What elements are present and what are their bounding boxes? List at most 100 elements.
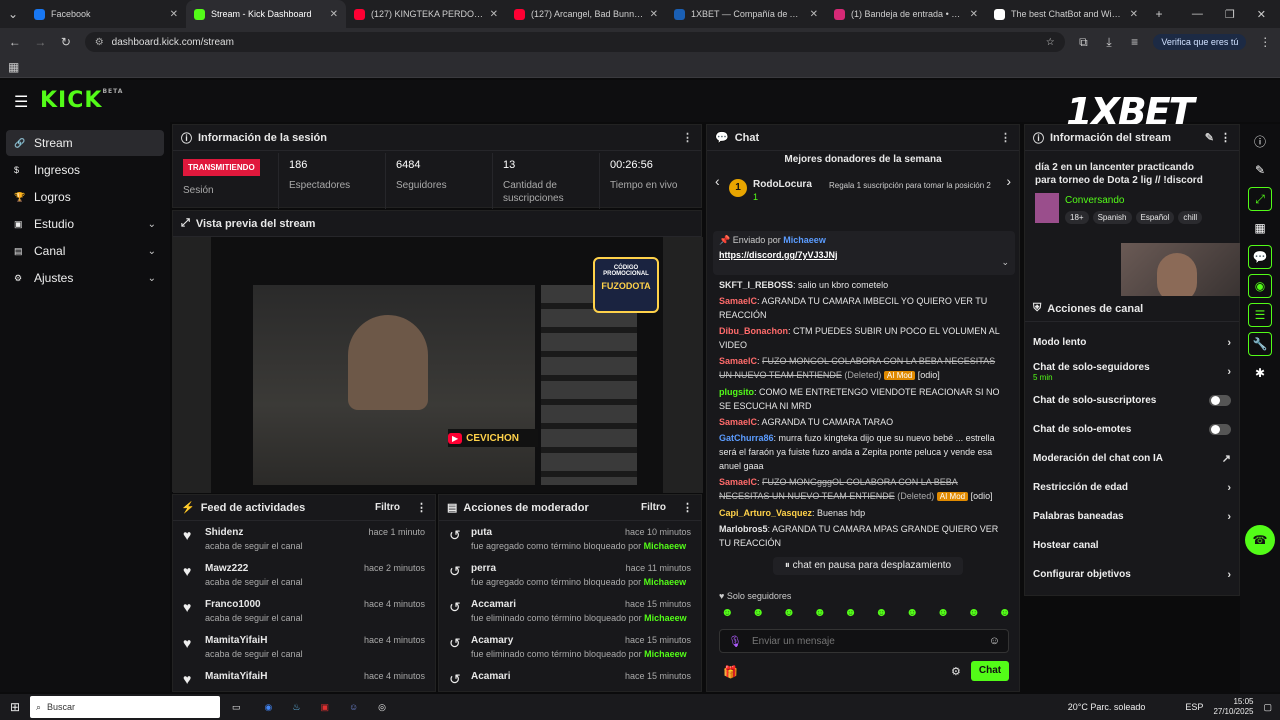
site-info-icon[interactable]: ⚙ <box>95 37 104 48</box>
wrench-icon[interactable]: 🔧 <box>1248 332 1272 356</box>
emote-icon[interactable]: ☻ <box>906 605 919 619</box>
browser-tab[interactable]: The best ChatBot and Widget ✕ <box>986 0 1146 28</box>
sidebar-item-ingresos[interactable]: $ Ingresos <box>6 157 164 183</box>
tab-close-icon[interactable]: ✕ <box>330 9 338 20</box>
close-window-icon[interactable]: ✕ <box>1257 8 1266 21</box>
url-text[interactable]: dashboard.kick.com/stream <box>112 37 234 48</box>
sidebar-item-logros[interactable]: 🏆 Logros <box>6 184 164 210</box>
windows-start-icon[interactable]: ⊞ <box>0 700 30 714</box>
emote-icon[interactable]: ☻ <box>783 605 796 619</box>
steam-icon[interactable]: ♨ <box>292 702 300 713</box>
emote-icon[interactable]: ☻ <box>968 605 981 619</box>
chat-username[interactable]: plugsito <box>719 387 754 397</box>
kick-logo[interactable]: KICKBETA <box>40 88 123 113</box>
moderator-name[interactable]: Michaeew <box>644 541 687 551</box>
task-view-icon[interactable]: ▭ <box>232 702 241 713</box>
channel-action-row[interactable]: Restricción de edad › <box>1025 473 1239 502</box>
more-options-icon[interactable]: ⋮ <box>1220 131 1231 144</box>
more-options-icon[interactable]: ⋮ <box>682 501 693 514</box>
channel-action-row[interactable]: Chat de solo-seguidores 5 min › <box>1025 357 1239 386</box>
stream-video[interactable]: CÓDIGO PROMOCIONAL FUZODOTA ▶ CEVICHON <box>173 237 703 493</box>
channel-action-row[interactable]: Chat de solo-emotes <box>1025 415 1239 444</box>
emote-icon[interactable]: ☻ <box>875 605 888 619</box>
feed-user[interactable]: Mawz222 <box>205 563 248 574</box>
hamburger-menu-icon[interactable]: ☰ <box>14 92 28 112</box>
more-options-icon[interactable]: ⋮ <box>1000 131 1011 144</box>
chat-username[interactable]: SamaelC <box>719 417 757 427</box>
channel-action-row[interactable]: Configurar objetivos › <box>1025 560 1239 589</box>
prev-icon[interactable]: ‹ <box>715 173 720 189</box>
grid-icon[interactable]: ▦ <box>1248 216 1272 240</box>
next-icon[interactable]: › <box>1006 173 1011 189</box>
gift-text[interactable]: Regala 1 suscripción para tomar la posic… <box>829 181 1001 191</box>
expand-icon[interactable]: ⤢ <box>1248 187 1272 211</box>
collapse-icon[interactable]: ⌄ <box>1001 257 1009 268</box>
tab-close-icon[interactable]: ✕ <box>810 9 818 20</box>
url-field[interactable]: ⚙ dashboard.kick.com/stream ☆ <box>84 32 1065 52</box>
browser-tab[interactable]: Stream - Kick Dashboard ✕ <box>186 0 346 28</box>
sidebar-item-ajustes[interactable]: ⚙ Ajustes ⌄ <box>6 265 164 291</box>
more-options-icon[interactable]: ⋮ <box>682 131 693 144</box>
undo-icon[interactable]: ↺ <box>449 527 463 557</box>
reload-icon[interactable]: ↻ <box>59 35 73 49</box>
stream-tag[interactable]: 18+ <box>1065 211 1089 224</box>
gift-icon[interactable]: 🎁 <box>723 665 738 679</box>
forward-icon[interactable]: → <box>34 35 48 49</box>
channel-action-row[interactable]: Moderación del chat con IA ↗ <box>1025 444 1239 473</box>
moderator-name[interactable]: Michaeew <box>644 577 687 587</box>
chat-username[interactable]: GatChurra86 <box>719 433 774 443</box>
minimize-icon[interactable]: — <box>1192 8 1203 21</box>
sidebar-item-stream[interactable]: 🔗 Stream <box>6 130 164 156</box>
browser-menu-icon[interactable]: ⋮ <box>1258 35 1272 49</box>
category-name[interactable]: Conversando <box>1065 195 1124 206</box>
chat-username[interactable]: SamaelC <box>719 477 757 487</box>
feed-user[interactable]: MamitaYifaiH <box>205 635 267 646</box>
modactions-filter-button[interactable]: Filtro <box>641 502 666 513</box>
obs-icon[interactable]: ◎ <box>378 702 386 713</box>
mic-icon[interactable]: 🎙 <box>728 635 742 648</box>
extensions-icon[interactable]: ⧉ <box>1077 35 1091 50</box>
browser-tab[interactable]: 1XBET — Compañía de Apuesta ✕ <box>666 0 826 28</box>
tab-menu-icon[interactable]: ⌄ <box>6 7 20 21</box>
maximize-icon[interactable]: ❐ <box>1225 8 1235 21</box>
undo-icon[interactable]: ↺ <box>449 599 463 629</box>
feed-user[interactable]: Franco1000 <box>205 599 261 610</box>
browser-tab[interactable]: (127) KINGTEKA PERDONA A F ✕ <box>346 0 506 28</box>
chat-username[interactable]: Capi_Arturo_Vasquez <box>719 508 812 518</box>
chat-username[interactable]: Marlobros5 <box>719 524 768 534</box>
feed-filter-button[interactable]: Filtro <box>375 502 400 513</box>
tab-close-icon[interactable]: ✕ <box>970 9 978 20</box>
emote-icon[interactable]: ☻ <box>721 605 734 619</box>
info-icon[interactable]: ⓘ <box>1248 129 1272 153</box>
chat-input[interactable] <box>751 635 979 647</box>
emoji-icon[interactable]: ☺ <box>989 635 1000 647</box>
emote-icon[interactable]: ☻ <box>937 605 950 619</box>
undo-icon[interactable]: ↺ <box>449 563 463 593</box>
bookmark-star-icon[interactable]: ☆ <box>1046 37 1055 48</box>
sidebar-item-canal[interactable]: ▤ Canal ⌄ <box>6 238 164 264</box>
broadcast-icon[interactable]: ◉ <box>1248 274 1272 298</box>
notification-icon[interactable]: ▢ <box>1263 702 1272 713</box>
back-icon[interactable]: ← <box>8 35 22 49</box>
tab-close-icon[interactable]: ✕ <box>650 9 658 20</box>
chat-username[interactable]: SamaelC <box>719 356 757 366</box>
channel-action-row[interactable]: Modo lento › <box>1025 328 1239 357</box>
tab-close-icon[interactable]: ✕ <box>490 9 498 20</box>
moderator-name[interactable]: Michaeew <box>644 613 687 623</box>
chat-icon[interactable]: 💬 <box>1248 245 1272 269</box>
browser-tab[interactable]: (1) Bandeja de entrada • Chats ✕ <box>826 0 986 28</box>
clock[interactable]: 15:05 27/10/2025 <box>1213 697 1253 717</box>
chat-username[interactable]: Dibu_Bonachon <box>719 326 788 336</box>
chat-input-box[interactable]: 🎙 ☺ <box>719 629 1009 653</box>
feed-user[interactable]: MamitaYifaiH <box>205 671 267 682</box>
new-tab-icon[interactable]: + <box>1152 7 1166 21</box>
more-options-icon[interactable]: ⋮ <box>416 501 427 514</box>
pinned-link[interactable]: https://discord.gg/7yVJ3JNj <box>719 250 1009 260</box>
chat-username[interactable]: SKFT_I_REBOSS <box>719 280 793 290</box>
chat-username[interactable]: SamaelC <box>719 296 757 306</box>
tab-close-icon[interactable]: ✕ <box>170 9 178 20</box>
emote-icon[interactable]: ☻ <box>813 605 826 619</box>
support-icon[interactable]: ☎ <box>1245 525 1275 555</box>
emote-icon[interactable]: ☻ <box>752 605 765 619</box>
chat-settings-icon[interactable]: ⚙ <box>951 665 961 678</box>
